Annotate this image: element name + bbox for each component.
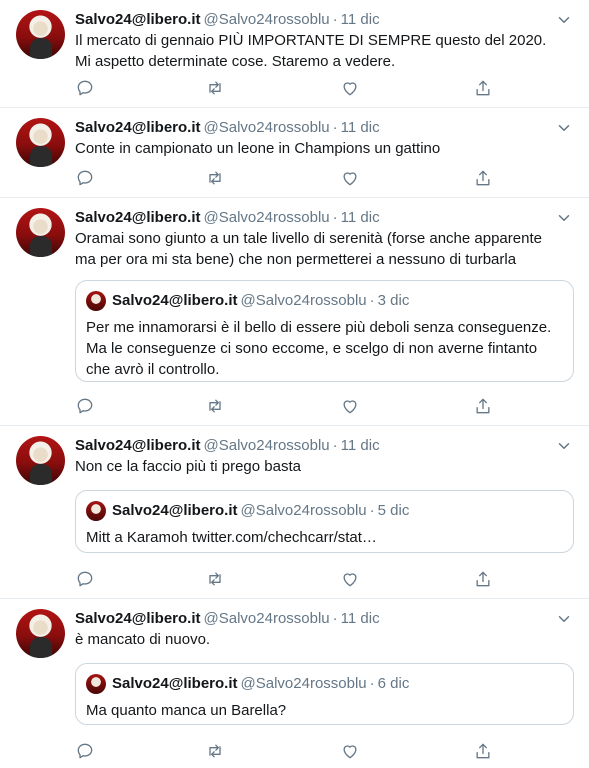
quoted-text: Per me innamorarsi è il bello di essere … xyxy=(86,319,552,378)
share-icon[interactable] xyxy=(473,168,493,188)
quoted-display-name: Salvo24@libero.it xyxy=(112,502,238,519)
tweet[interactable]: Salvo24@libero.it @Salvo24rossoblu · 11 dic… xyxy=(0,198,589,426)
share-icon[interactable] xyxy=(473,396,493,416)
chevron-down-icon[interactable] xyxy=(555,119,573,137)
separator-dot: · xyxy=(332,610,338,627)
timestamp[interactable]: 11 dic xyxy=(341,209,380,226)
chevron-down-icon[interactable] xyxy=(555,437,573,455)
user-handle[interactable]: @Salvo24rossoblu xyxy=(204,209,330,226)
retweet-icon[interactable] xyxy=(205,396,225,416)
quoted-display-name: Salvo24@libero.it xyxy=(112,675,238,692)
user-handle[interactable]: @Salvo24rossoblu xyxy=(204,11,330,28)
separator-dot: · xyxy=(332,437,338,454)
tweet-text: è mancato di nuovo. xyxy=(75,631,211,648)
tweet[interactable]: Salvo24@libero.it @Salvo24rossoblu · 11 dic… xyxy=(0,0,589,108)
tweet-header: Salvo24@libero.it @Salvo24rossoblu · 11 dic xyxy=(75,207,573,229)
chevron-down-icon[interactable] xyxy=(555,209,573,227)
retweet-icon[interactable] xyxy=(205,168,225,188)
tweet-text: Non ce la faccio più ti prego basta xyxy=(75,458,301,475)
quoted-avatar xyxy=(86,501,106,521)
display-name[interactable]: Salvo24@libero.it xyxy=(75,11,201,28)
avatar[interactable] xyxy=(16,208,65,257)
heart-icon[interactable] xyxy=(340,396,360,416)
heart-icon[interactable] xyxy=(340,78,360,98)
user-handle[interactable]: @Salvo24rossoblu xyxy=(204,119,330,136)
tweet-timeline: Salvo24@libero.it @Salvo24rossoblu · 11 dic… xyxy=(0,0,589,768)
quoted-display-name: Salvo24@libero.it xyxy=(112,292,238,309)
display-name[interactable]: Salvo24@libero.it xyxy=(75,209,201,226)
tweet[interactable]: Salvo24@libero.it @Salvo24rossoblu · 11 dic… xyxy=(0,108,589,198)
tweet-actions xyxy=(75,168,505,188)
timestamp[interactable]: 11 dic xyxy=(341,437,380,454)
timestamp[interactable]: 11 dic xyxy=(341,119,380,136)
reply-icon[interactable] xyxy=(75,569,95,589)
quoted-user-handle: @Salvo24rossoblu xyxy=(240,675,367,692)
tweet-actions xyxy=(75,741,505,761)
avatar[interactable] xyxy=(16,436,65,485)
retweet-icon[interactable] xyxy=(205,78,225,98)
chevron-down-icon[interactable] xyxy=(555,11,573,29)
separator-dot: · xyxy=(332,11,338,28)
quoted-user-handle: @Salvo24rossoblu xyxy=(240,292,367,309)
tweet-header: Salvo24@libero.it @Salvo24rossoblu · 11 dic xyxy=(75,435,573,457)
tweet-text: Oramai sono giunto a un tale livello di … xyxy=(75,230,542,268)
tweet-text: Il mercato di gennaio PIÙ IMPORTANTE DI … xyxy=(75,32,547,70)
tweet-header: Salvo24@libero.it @Salvo24rossoblu · 11 dic xyxy=(75,608,573,630)
tweet[interactable]: Salvo24@libero.it @Salvo24rossoblu · 11 dic… xyxy=(0,426,589,599)
quoted-tweet[interactable]: Salvo24@libero.it @Salvo24rossoblu · 3 dic … xyxy=(75,280,574,382)
separator-dot: · xyxy=(369,292,375,309)
tweet-actions xyxy=(75,396,505,416)
reply-icon[interactable] xyxy=(75,396,95,416)
timestamp[interactable]: 11 dic xyxy=(341,610,380,627)
share-icon[interactable] xyxy=(473,741,493,761)
tweet-actions xyxy=(75,78,505,98)
separator-dot: · xyxy=(332,119,338,136)
separator-dot: · xyxy=(369,675,375,692)
display-name[interactable]: Salvo24@libero.it xyxy=(75,119,201,136)
heart-icon[interactable] xyxy=(340,569,360,589)
user-handle[interactable]: @Salvo24rossoblu xyxy=(204,610,330,627)
retweet-icon[interactable] xyxy=(205,569,225,589)
heart-icon[interactable] xyxy=(340,741,360,761)
share-icon[interactable] xyxy=(473,569,493,589)
reply-icon[interactable] xyxy=(75,741,95,761)
quoted-avatar xyxy=(86,674,106,694)
reply-icon[interactable] xyxy=(75,168,95,188)
separator-dot: · xyxy=(332,209,338,226)
tweet-header: Salvo24@libero.it @Salvo24rossoblu · 11 dic xyxy=(75,117,573,139)
reply-icon[interactable] xyxy=(75,78,95,98)
user-handle[interactable]: @Salvo24rossoblu xyxy=(204,437,330,454)
heart-icon[interactable] xyxy=(340,168,360,188)
quoted-tweet[interactable]: Salvo24@libero.it @Salvo24rossoblu · 6 dic … xyxy=(75,663,574,725)
tweet-actions xyxy=(75,569,505,589)
tweet-header: Salvo24@libero.it @Salvo24rossoblu · 11 dic xyxy=(75,9,573,31)
display-name[interactable]: Salvo24@libero.it xyxy=(75,437,201,454)
quoted-user-handle: @Salvo24rossoblu xyxy=(240,502,367,519)
avatar[interactable] xyxy=(16,118,65,167)
quoted-header: Salvo24@libero.it @Salvo24rossoblu · 5 dic xyxy=(112,500,409,522)
quoted-timestamp: 5 dic xyxy=(377,502,410,519)
quoted-text: Ma quanto manca un Barella? xyxy=(86,702,287,719)
separator-dot: · xyxy=(369,502,375,519)
chevron-down-icon[interactable] xyxy=(555,610,573,628)
quoted-timestamp: 6 dic xyxy=(377,675,410,692)
avatar[interactable] xyxy=(16,10,65,59)
quoted-text: Mitt a Karamoh twitter.com/chechcarr/sta… xyxy=(86,529,377,546)
avatar[interactable] xyxy=(16,609,65,658)
retweet-icon[interactable] xyxy=(205,741,225,761)
display-name[interactable]: Salvo24@libero.it xyxy=(75,610,201,627)
quoted-header: Salvo24@libero.it @Salvo24rossoblu · 3 dic xyxy=(112,290,409,312)
tweet[interactable]: Salvo24@libero.it @Salvo24rossoblu · 11 dic… xyxy=(0,599,589,768)
quoted-tweet[interactable]: Salvo24@libero.it @Salvo24rossoblu · 5 dic … xyxy=(75,490,574,553)
quoted-avatar xyxy=(86,291,106,311)
tweet-text: Conte in campionato un leone in Champion… xyxy=(75,140,441,157)
quoted-timestamp: 3 dic xyxy=(377,292,410,309)
share-icon[interactable] xyxy=(473,78,493,98)
timestamp[interactable]: 11 dic xyxy=(341,11,380,28)
quoted-header: Salvo24@libero.it @Salvo24rossoblu · 6 dic xyxy=(112,673,409,695)
